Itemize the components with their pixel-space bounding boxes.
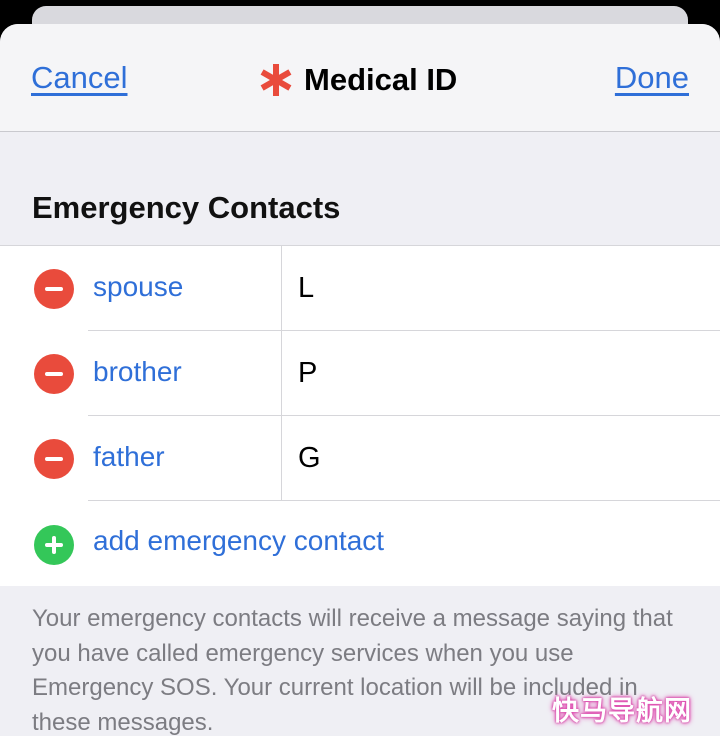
relationship-label[interactable]: brother <box>93 356 182 388</box>
medical-id-sheet: Cancel Medical ID Done Emergency Contact… <box>0 24 720 736</box>
add-emergency-contact-label[interactable]: add emergency contact <box>93 525 384 557</box>
remove-contact-icon[interactable] <box>34 439 74 479</box>
remove-contact-icon[interactable] <box>34 354 74 394</box>
contact-name[interactable]: G <box>298 442 321 475</box>
medical-asterisk-icon <box>260 64 292 96</box>
plus-circle-icon[interactable] <box>34 525 74 565</box>
column-divider <box>281 246 282 331</box>
contact-name[interactable]: L <box>298 272 314 305</box>
contact-name[interactable]: P <box>298 357 317 390</box>
watermark: 快马导航网 <box>552 696 692 726</box>
section-title-emergency-contacts: Emergency Contacts <box>32 190 341 225</box>
contact-row: spouse L <box>0 246 720 331</box>
relationship-label[interactable]: spouse <box>93 271 183 303</box>
page-title-text: Medical ID <box>304 62 458 97</box>
contact-row: father G <box>0 416 720 501</box>
relationship-label[interactable]: father <box>93 441 165 473</box>
emergency-contacts-list: spouse L brother P father G add emergenc… <box>0 245 720 586</box>
done-button[interactable]: Done <box>615 60 689 96</box>
column-divider <box>281 416 282 501</box>
column-divider <box>281 331 282 416</box>
contact-row: brother P <box>0 331 720 416</box>
page-title: Medical ID <box>258 62 457 98</box>
remove-contact-icon[interactable] <box>34 269 74 309</box>
add-emergency-contact-button[interactable]: add emergency contact <box>0 501 720 586</box>
navigation-bar: Cancel Medical ID Done <box>0 24 720 132</box>
cancel-button[interactable]: Cancel <box>31 60 128 96</box>
